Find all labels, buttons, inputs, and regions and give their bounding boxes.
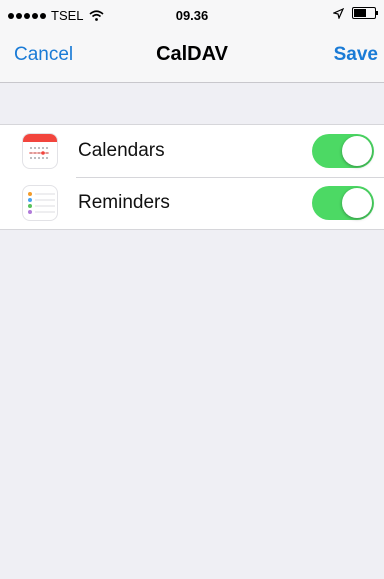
settings-row-calendars: Calendars [0,125,384,177]
toggle-knob [342,136,372,166]
toggle-knob [342,188,372,218]
caldav-settings-screen: TSEL 09.36 Cancel CalDAV Save Calendars … [0,0,384,579]
status-right [333,7,378,19]
settings-row-label: Reminders [78,192,170,213]
status-time: 09.36 [175,8,209,23]
settings-group: Calendars Reminders [0,124,384,230]
settings-row-label: Calendars [78,140,165,161]
calendars-toggle[interactable] [312,134,374,168]
save-button[interactable]: Save [334,44,378,66]
settings-row-reminders: Reminders [0,177,384,229]
location-arrow-icon [333,7,344,19]
battery-icon [352,7,378,19]
navigation-bar: Cancel CalDAV Save [0,32,384,78]
reminders-toggle[interactable] [312,186,374,220]
page-title: CalDAV [156,43,228,65]
status-bar: TSEL 09.36 [0,0,384,28]
reminders-app-icon [22,185,58,221]
calendar-app-icon [22,133,58,169]
top-bar: TSEL 09.36 Cancel CalDAV Save [0,0,384,83]
